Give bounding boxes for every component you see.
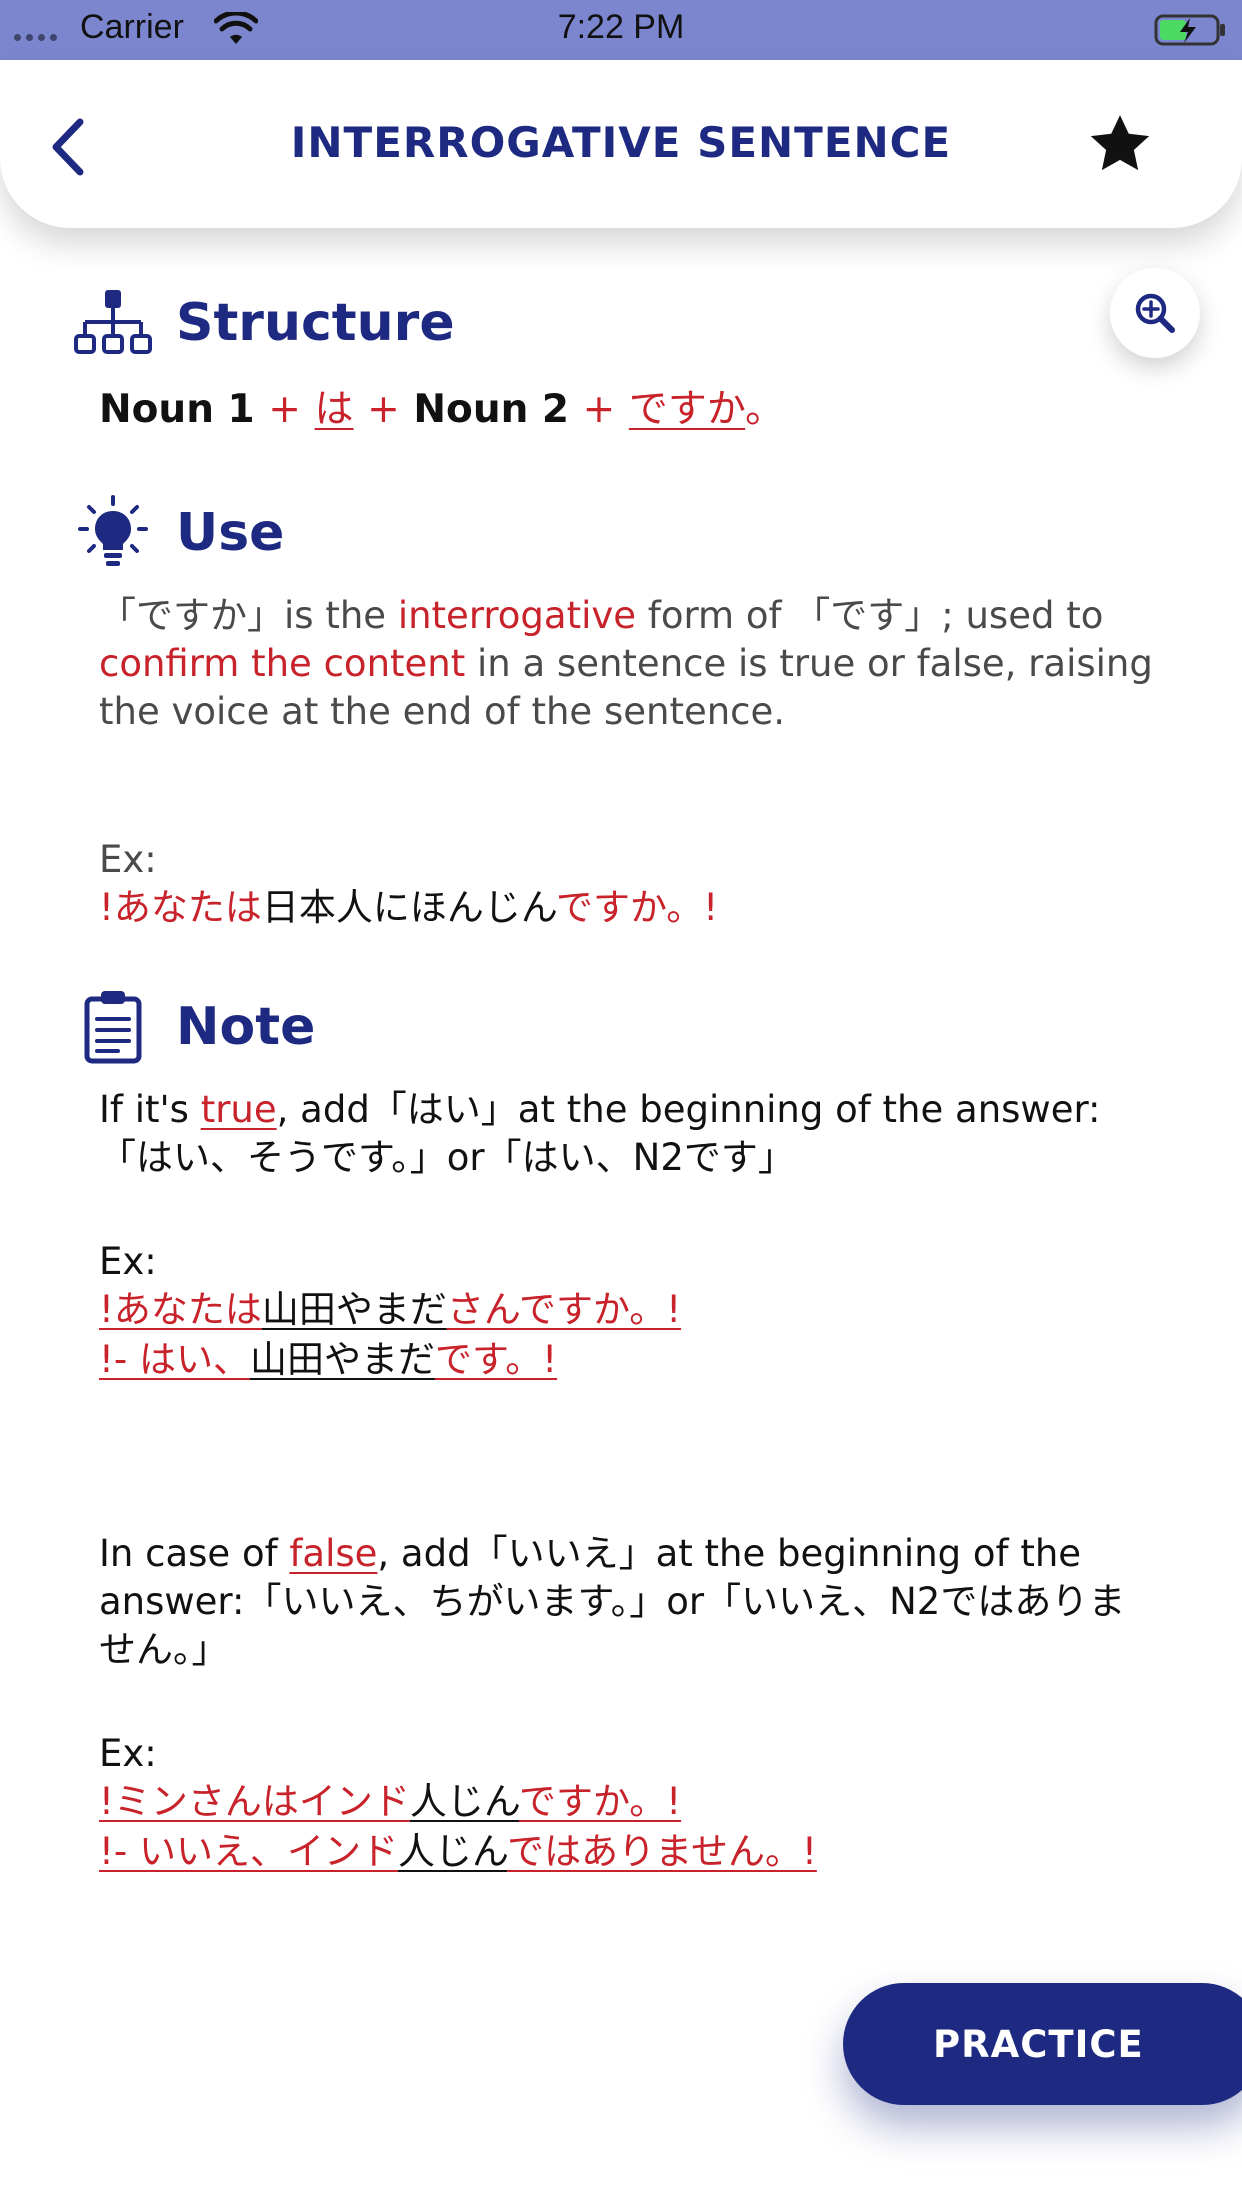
use-highlight-interrogative: interrogative: [397, 594, 637, 637]
status-bar: Carrier 7:22 PM: [0, 0, 1242, 60]
structure-noun2: Noun 2: [413, 387, 570, 432]
use-text-2: form of 「です」;: [636, 594, 954, 637]
note-ex2-l1-red-2: ですか。!: [519, 1780, 682, 1823]
page-title: INTERROGATIVE SENTENCE: [290, 118, 952, 167]
use-text-1: 「ですか」is the: [99, 594, 398, 637]
hierarchy-icon: [72, 282, 154, 364]
note-ex2-l2-red-2: ではありません。!: [507, 1830, 817, 1873]
note-ex1-l2-red-2: です。!: [434, 1338, 558, 1381]
note-ex2-l1-red-1: !ミンさんはインド: [99, 1780, 410, 1823]
lightbulb-icon: [72, 492, 154, 574]
use-example-label: Ex:: [99, 838, 157, 881]
structure-formula: Noun 1 + は + Noun 2 + ですか。: [99, 386, 1159, 434]
note-false-text-1: In case of: [99, 1532, 290, 1575]
note-ex2-l1-black: 人じん: [409, 1780, 519, 1823]
clock: 7:22 PM: [557, 8, 685, 46]
note-example-1-label: Ex:: [99, 1240, 157, 1283]
note-ex1-l1-red-2: さんですか。!: [446, 1288, 682, 1331]
practice-button[interactable]: PRACTICE: [843, 1983, 1242, 2105]
note-example-1-line-1: !あなたは山田やまださんですか。!: [99, 1286, 1159, 1334]
note-example-2-label: Ex:: [99, 1732, 157, 1775]
battery-icon: [1154, 14, 1225, 46]
app-header: INTERROGATIVE SENTENCE: [0, 60, 1242, 228]
note-true-word: true: [200, 1088, 277, 1131]
structure-period: 。: [745, 387, 785, 432]
practice-button-label: PRACTICE: [933, 2022, 1144, 2066]
favorite-star-icon[interactable]: [1086, 110, 1154, 178]
structure-particle: は: [314, 387, 354, 432]
note-ex1-l1-black: 山田やまだ: [261, 1288, 447, 1331]
use-text-3: used to: [965, 594, 1104, 637]
use-example-red-1: !あなたは: [99, 886, 262, 929]
note-false-word: false: [289, 1532, 378, 1575]
use-title: Use: [176, 503, 285, 563]
use-example-black: 日本人にほんじん: [261, 886, 556, 929]
note-title: Note: [176, 997, 316, 1057]
structure-title: Structure: [176, 293, 455, 353]
use-example: !あなたは日本人にほんじんですか。!: [99, 884, 1159, 932]
zoom-in-icon: [1135, 293, 1175, 333]
note-ex1-l1-red-1: !あなたは: [99, 1288, 262, 1331]
zoom-in-button[interactable]: [1110, 268, 1200, 358]
note-false-description: In case of false, add「いいえ」at the beginni…: [99, 1530, 1159, 1674]
use-highlight-confirm: confirm the content: [99, 642, 466, 685]
note-example-2-line-1: !ミンさんはインド人じんですか。!: [99, 1778, 1159, 1826]
note-ex1-l2-red-1: !- はい、: [99, 1338, 250, 1381]
note-true-description: If it's true, add「はい」at the beginning of…: [99, 1086, 1159, 1182]
note-example-2-line-2: !- いいえ、インド人じんではありません。!: [99, 1828, 1159, 1876]
note-example-1-line-2: !- はい、山田やまだです。!: [99, 1336, 1159, 1384]
note-ex2-l2-black: 人じん: [397, 1830, 508, 1873]
note-ex1-l2-black: 山田やまだ: [249, 1338, 435, 1381]
structure-heading: Structure: [72, 282, 455, 364]
use-example-red-2: ですか。!: [556, 886, 719, 929]
use-description: 「ですか」is the interrogative form of 「です」; …: [99, 592, 1159, 736]
structure-plus-2: +: [367, 387, 400, 432]
structure-noun1: Noun 1: [99, 387, 255, 432]
note-ex2-l2-red-1: !- いいえ、インド: [99, 1830, 398, 1873]
note-true-text-1: If it's: [99, 1088, 201, 1131]
structure-desuka: ですか: [628, 387, 746, 432]
structure-plus-3: +: [582, 387, 616, 432]
structure-plus-1: +: [268, 387, 301, 432]
note-heading: Note: [72, 986, 315, 1068]
use-heading: Use: [72, 492, 284, 574]
clipboard-icon: [72, 986, 154, 1068]
